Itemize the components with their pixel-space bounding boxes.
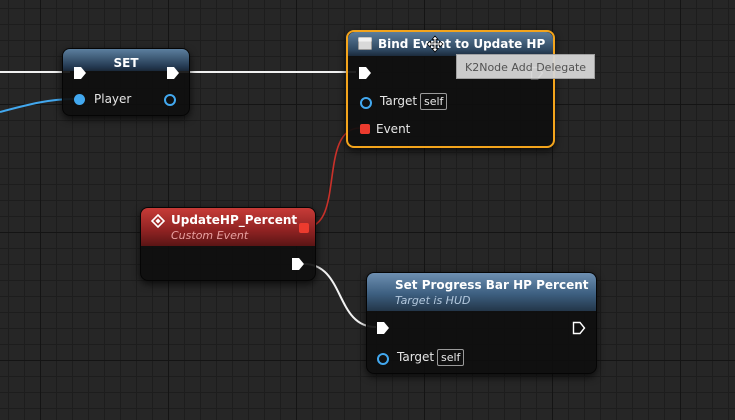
- bind-exec-in-pin[interactable]: [358, 66, 372, 80]
- set-player-out-pin[interactable]: [164, 94, 176, 106]
- move-cursor-icon: [426, 35, 444, 53]
- bind-target-self-value[interactable]: self: [420, 93, 448, 110]
- bind-event-delegate-pin[interactable]: [360, 124, 370, 134]
- custom-event-node[interactable]: UpdateHP_Percent Custom Event: [140, 207, 316, 281]
- set-exec-in-pin[interactable]: [73, 66, 87, 80]
- progress-target-pin[interactable]: [377, 353, 389, 365]
- set-node-title: SET: [113, 56, 139, 70]
- set-player-label: Player: [94, 92, 132, 106]
- bind-event-node[interactable]: Bind Event to Update HP Target self Even…: [346, 30, 555, 148]
- set-exec-out-pin[interactable]: [166, 66, 180, 80]
- bind-target-label: Target: [380, 94, 418, 108]
- set-player-in-pin[interactable]: [74, 94, 85, 105]
- event-diamond-icon: [151, 214, 165, 228]
- set-progress-node-subtitle: Target is HUD: [395, 294, 471, 307]
- set-node[interactable]: SET Player: [62, 48, 190, 116]
- bind-target-pin[interactable]: [360, 97, 372, 109]
- blueprint-graph-canvas[interactable]: SET Player Bind Event to Update HP Targe…: [0, 0, 735, 420]
- bind-event-label: Event: [376, 122, 411, 136]
- set-progress-node-title: Set Progress Bar HP Percent: [395, 278, 589, 292]
- custom-event-delegate-out-pin[interactable]: [299, 223, 309, 233]
- custom-event-exec-out-pin[interactable]: [291, 257, 305, 271]
- progress-target-self-value[interactable]: self: [437, 349, 465, 366]
- set-progress-node-header[interactable]: Set Progress Bar HP Percent Target is HU…: [367, 273, 596, 311]
- custom-event-node-header[interactable]: UpdateHP_Percent Custom Event: [141, 208, 315, 246]
- set-progress-node[interactable]: Set Progress Bar HP Percent Target is HU…: [366, 272, 597, 374]
- delegate-node-icon: [358, 37, 372, 50]
- custom-event-node-subtitle: Custom Event: [171, 229, 249, 242]
- bind-event-node-title: Bind Event to Update HP: [378, 37, 546, 51]
- node-tooltip-text: K2Node Add Delegate: [465, 61, 587, 74]
- progress-target-label: Target: [397, 350, 435, 364]
- custom-event-node-title: UpdateHP_Percent: [171, 213, 298, 227]
- bind-event-node-header[interactable]: Bind Event to Update HP: [348, 32, 553, 56]
- node-tooltip: K2Node Add Delegate: [456, 54, 596, 79]
- progress-exec-in-pin[interactable]: [376, 321, 390, 335]
- progress-exec-out-pin[interactable]: [572, 321, 586, 335]
